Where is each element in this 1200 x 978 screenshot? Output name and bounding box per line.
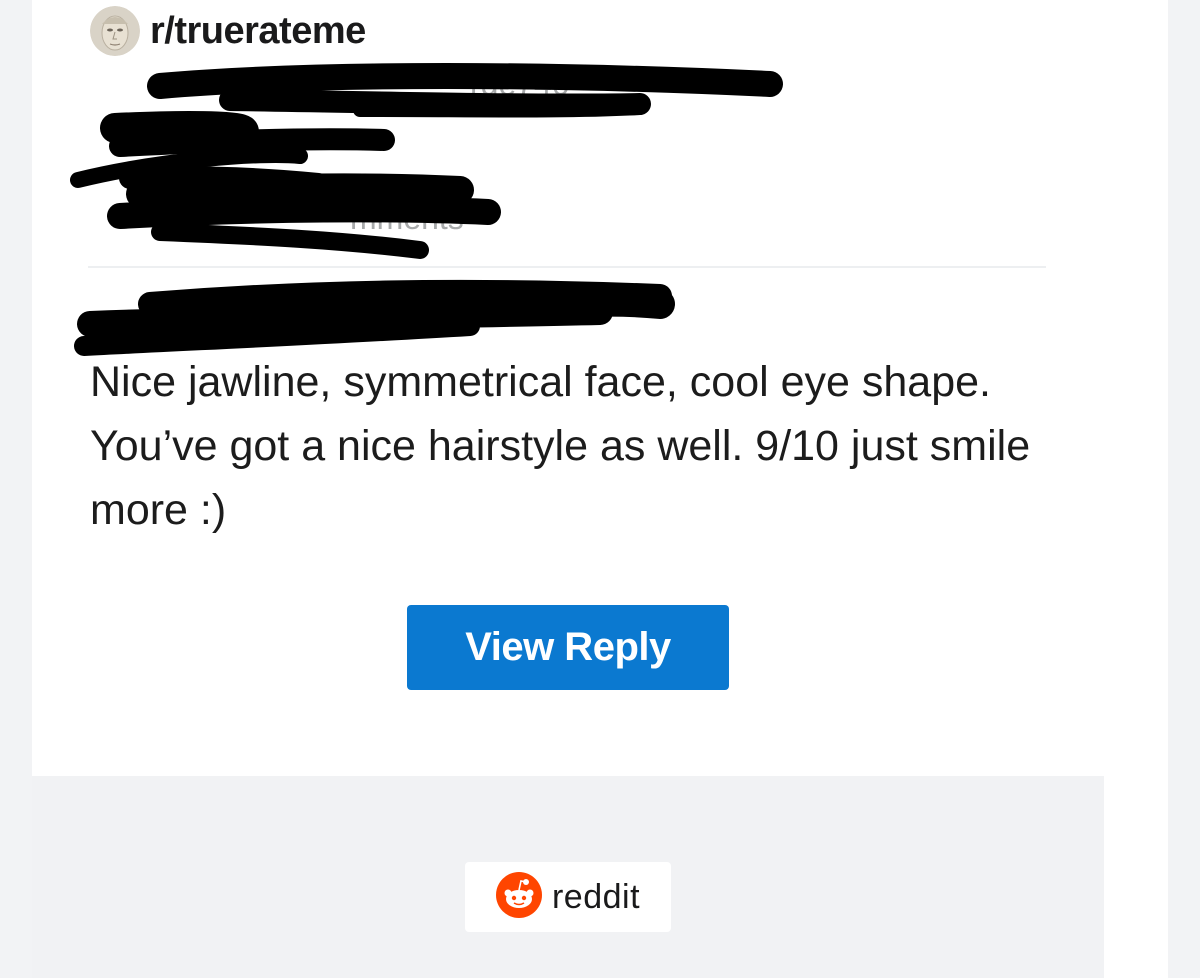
reddit-wordmark: reddit [551, 877, 641, 916]
view-reply-button[interactable]: View Reply [407, 605, 729, 690]
subreddit-name[interactable]: r/truerateme [150, 10, 366, 53]
reddit-logo-link[interactable]: reddit [465, 862, 671, 932]
redacted-username-fragment: rge740 [470, 66, 570, 102]
subreddit-header[interactable]: r/truerateme [90, 6, 366, 56]
reddit-snoo-icon [495, 871, 542, 923]
email-footer: reddit [32, 776, 1104, 978]
redacted-comments-fragment: mments [350, 200, 464, 236]
reply-body-text: Nice jawline, symmetrical face, cool eye… [90, 358, 1031, 534]
face-avatar-icon [90, 6, 140, 56]
divider [88, 266, 1046, 268]
